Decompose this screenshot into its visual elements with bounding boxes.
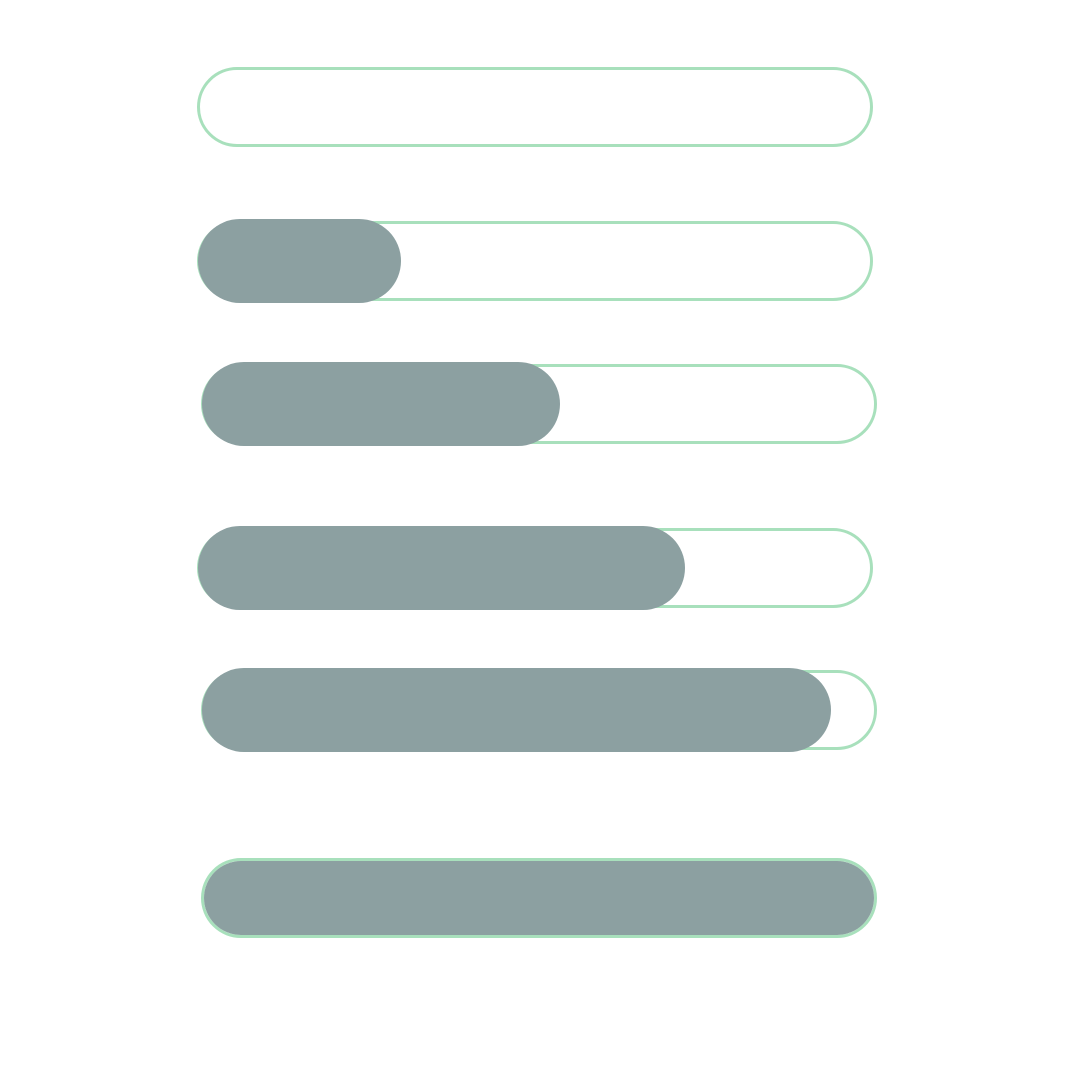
progress-fill-5: [202, 668, 831, 752]
progress-fill-3: [202, 362, 560, 446]
progress-track-1: [197, 67, 873, 147]
progress-fill-6: [204, 861, 874, 935]
progress-fill-2: [198, 219, 401, 303]
progress-fill-4: [198, 526, 685, 610]
